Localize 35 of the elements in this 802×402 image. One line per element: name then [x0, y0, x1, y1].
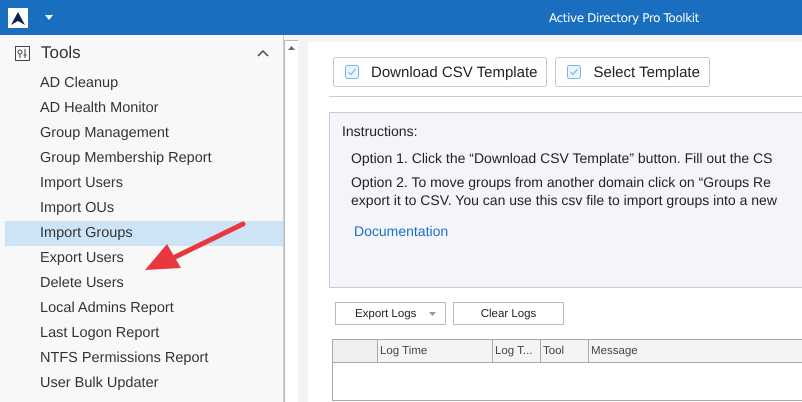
column-header[interactable]: Log Time — [378, 340, 493, 362]
checkbox-icon — [345, 65, 359, 79]
log-button[interactable]: Clear Logs — [453, 302, 564, 325]
column-header[interactable]: Tool — [541, 340, 589, 362]
section-title: Tools — [41, 43, 81, 63]
caret-icon[interactable] — [429, 312, 436, 316]
log-button[interactable]: Export Logs — [335, 302, 446, 325]
column-header[interactable]: Message — [589, 340, 802, 362]
caret-icon[interactable] — [45, 15, 53, 20]
instructions-heading: Instructions: — [342, 123, 418, 139]
sidebar-item[interactable]: AD Cleanup — [5, 71, 283, 96]
sidebar-item[interactable]: Delete Users — [5, 271, 283, 296]
checkbox-icon — [567, 65, 582, 79]
sidebar-item[interactable]: Group Membership Report — [5, 146, 283, 171]
toolbar-button[interactable]: Select Template — [555, 57, 710, 87]
sidebar-item[interactable]: NTFS Permissions Report — [5, 346, 283, 371]
sidebar-item[interactable]: Import Users — [5, 171, 283, 196]
scrollbar[interactable] — [284, 40, 298, 402]
sidebar-item[interactable]: User Bulk Updater — [5, 371, 283, 396]
chevron-icon[interactable] — [257, 49, 269, 57]
logo-icon[interactable] — [8, 8, 28, 28]
sidebar-item[interactable]: AD Health Monitor — [5, 96, 283, 121]
instruction-text: Option 1. Click the “Download CSV Template” button. Fill out the CS — [351, 149, 774, 167]
sidebar-item[interactable]: Export Users — [5, 246, 283, 271]
instruction-text: Option 2. To move groups from another domain click on “Groups Re export it to CSV. You can use this csv file to import groups into a new — [351, 173, 778, 209]
sidebar-item[interactable]: Import OUs — [5, 196, 283, 221]
sidebar-item[interactable]: Local Admins Report — [5, 296, 283, 321]
toolbar-button[interactable]: Download CSV Template — [333, 57, 548, 87]
sidebar-item[interactable]: Last Logon Report — [5, 321, 283, 346]
column-header[interactable]: Log T... — [493, 340, 541, 362]
tools-icon — [15, 46, 30, 60]
documentation-link[interactable]: Documentation — [354, 223, 448, 239]
sidebar-item[interactable]: Group Management — [5, 121, 283, 146]
sidebar-item[interactable]: Import Groups — [5, 221, 283, 246]
window-title: Active Directory Pro Toolkit — [548, 10, 699, 24]
